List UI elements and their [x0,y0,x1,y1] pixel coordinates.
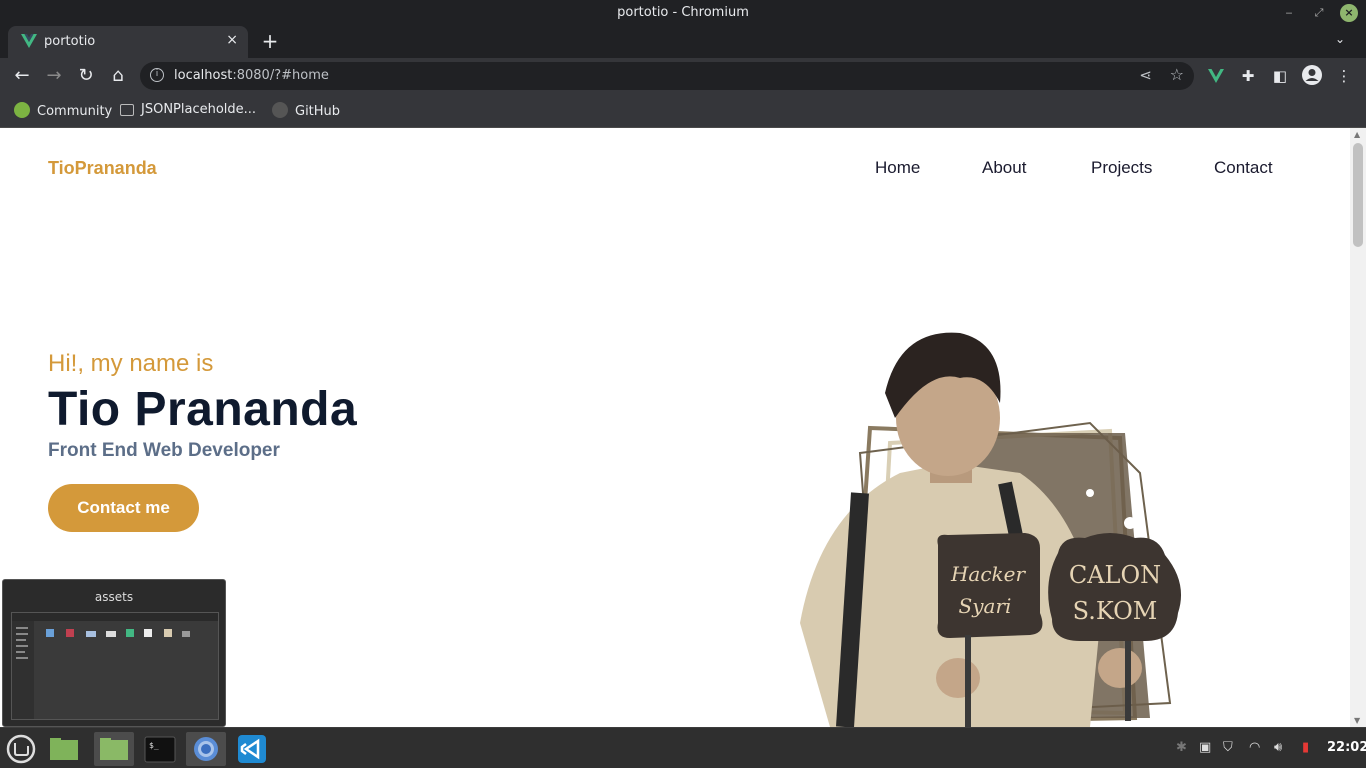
nav-home[interactable]: Home [875,158,920,178]
tab-portotio[interactable]: portotio × [8,26,248,58]
url-text[interactable]: localhost:8080/?#home [174,68,329,83]
page-scrollbar[interactable]: ▲ ▼ [1350,128,1366,727]
shield-icon[interactable]: ⛉ [1223,740,1233,755]
address-bar[interactable]: i localhost:8080/?#home ⋖ ☆ [140,62,1194,90]
taskbar-files[interactable] [94,732,134,766]
folder-icon [50,738,78,760]
close-window-button[interactable]: × [1340,4,1358,22]
site-info-icon[interactable]: i [150,68,164,82]
tab-strip: portotio × + ⌄ [0,26,1366,58]
mint-menu-button[interactable] [2,732,40,766]
clock[interactable]: 22:02 [1327,740,1366,755]
extensions-puzzle-icon[interactable]: ✚ [1236,64,1260,88]
taskbar-show-desktop[interactable] [44,732,84,766]
clipboard-icon[interactable]: ▣ [1199,740,1211,755]
vue-devtools-icon[interactable] [1204,64,1228,88]
taskbar-vscode[interactable] [232,732,272,766]
taskbar-chromium[interactable] [186,732,226,766]
bluetooth-icon[interactable]: ✱ [1176,740,1187,755]
system-taskbar: $_ ✱ ▣ ⛉ ◠ 🔊︎ ▮ 22:02 [0,727,1366,768]
preview-thumbnail[interactable] [11,612,219,720]
hero-portrait-image: Hacker Syari CALON S.KOM [800,332,1182,727]
chromium-icon [194,737,218,761]
preview-label: assets [94,590,134,604]
window-title: portotio - Chromium [617,5,749,20]
tab-search-chevron-icon[interactable]: ⌄ [1330,32,1350,52]
new-tab-button[interactable]: + [258,29,282,53]
mint-logo-icon [6,734,36,764]
scroll-up-arrow-icon[interactable]: ▲ [1354,130,1360,139]
scroll-down-arrow-icon[interactable]: ▼ [1354,716,1360,725]
tab-close-button[interactable]: × [226,32,238,48]
window-preview-popup[interactable]: assets [2,579,226,727]
share-icon[interactable]: ⋖ [1139,66,1152,84]
window-titlebar: portotio - Chromium ‒ ⤢ × [0,0,1366,26]
nav-contact[interactable]: Contact [1214,158,1273,178]
wifi-icon[interactable]: ◠ [1249,740,1260,755]
sign-right-text-2: S.KOM [1073,597,1158,625]
svg-text:$_: $_ [149,741,159,750]
menu-kebab-icon[interactable]: ⋮ [1332,64,1356,88]
taskbar-terminal[interactable]: $_ [140,732,180,766]
bookmark-community[interactable]: Community [14,102,112,119]
hero-role: Front End Web Developer [48,440,280,461]
sign-left-text-2: Syari [959,594,1012,618]
json-placeholder-icon [120,104,134,116]
sign-right-text-1: CALON [1069,561,1161,589]
vscode-icon [238,735,266,763]
github-icon [272,102,288,118]
mint-icon [14,102,30,118]
back-button[interactable]: ← [10,64,34,88]
bookmark-jsonplaceholder[interactable]: JSONPlaceholde... [120,102,256,117]
home-button[interactable]: ⌂ [106,64,130,88]
forward-button[interactable]: → [42,64,66,88]
maximize-button[interactable]: ⤢ [1310,4,1328,22]
volume-icon[interactable]: 🔊︎ [1274,740,1282,755]
nav-projects[interactable]: Projects [1091,158,1152,178]
bookmark-star-icon[interactable]: ☆ [1170,65,1184,84]
bookmark-github[interactable]: GitHub [272,102,340,119]
terminal-icon: $_ [144,736,176,763]
profile-avatar-icon[interactable] [1300,64,1324,88]
scrollbar-thumb[interactable] [1353,143,1363,247]
side-panel-icon[interactable]: ◧ [1268,64,1292,88]
browser-toolbar: ← → ↻ ⌂ i localhost:8080/?#home ⋖ ☆ ✚ ◧ … [0,58,1366,94]
tab-label: portotio [44,34,96,49]
bookmarks-bar: Community JSONPlaceholde... GitHub [0,94,1366,128]
file-manager-icon [100,738,128,760]
contact-me-button[interactable]: Contact me [48,484,199,532]
site-brand-logo[interactable]: TioPrananda [48,158,157,179]
vue-icon [21,34,37,48]
hero-greeting: Hi!, my name is [48,350,214,377]
sign-left-text-1: Hacker [950,562,1027,586]
reload-button[interactable]: ↻ [74,64,98,88]
nav-about[interactable]: About [982,158,1026,178]
hero-name: Tio Prananda [48,383,358,436]
battery-icon[interactable]: ▮ [1302,740,1309,755]
minimize-button[interactable]: ‒ [1280,4,1298,22]
